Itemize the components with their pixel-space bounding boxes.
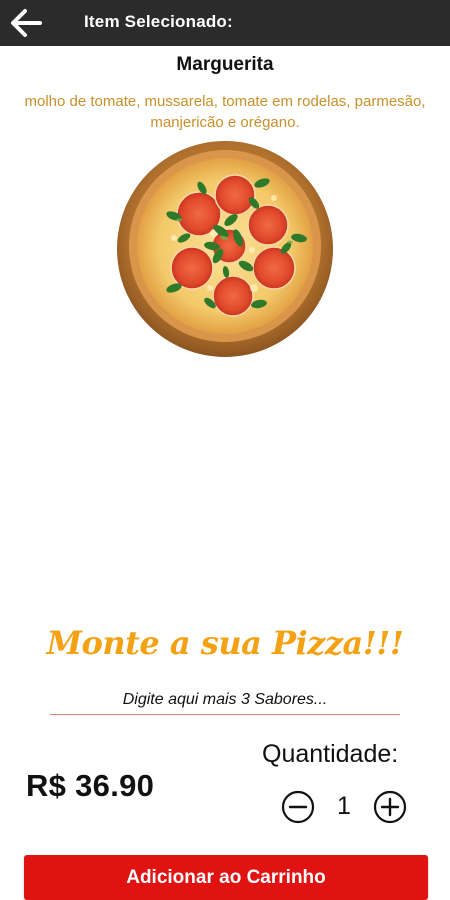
minus-circle-icon [281, 790, 315, 824]
back-button[interactable] [6, 4, 46, 42]
pizza-image [117, 141, 333, 357]
flavors-input[interactable] [50, 686, 400, 715]
product-price: R$ 36.90 [26, 768, 155, 803]
product-description: molho de tomate, mussarela, tomate em ro… [24, 93, 426, 131]
quantity-decrease-button[interactable] [281, 790, 315, 824]
page-title: Item Selecionado: [84, 12, 233, 31]
add-to-cart-button[interactable]: Adicionar ao Carrinho [24, 855, 428, 900]
top-bar: Item Selecionado: [0, 0, 450, 46]
plus-circle-icon [373, 790, 407, 824]
quantity-value: 1 [337, 792, 351, 820]
quantity-increase-button[interactable] [373, 790, 407, 824]
promo-slogan: Monte a sua Pizza!!! [46, 624, 404, 662]
product-name: Marguerita [176, 54, 274, 75]
arrow-left-icon [11, 9, 42, 37]
quantity-label: Quantidade: [262, 740, 399, 768]
